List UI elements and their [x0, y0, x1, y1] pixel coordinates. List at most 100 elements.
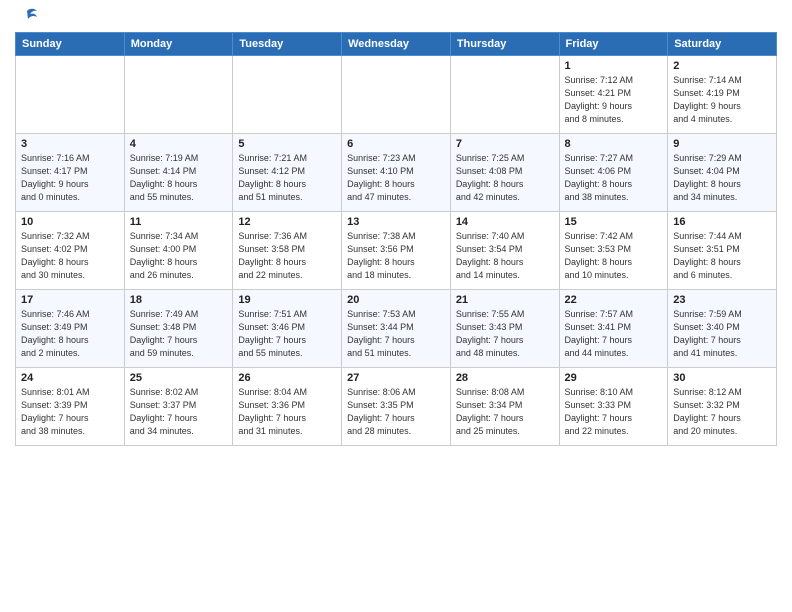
weekday-header-monday: Monday — [124, 33, 233, 56]
day-info-text: Sunrise: 8:12 AM Sunset: 3:32 PM Dayligh… — [673, 386, 771, 438]
day-number: 29 — [565, 372, 663, 384]
day-number: 4 — [130, 138, 228, 150]
calendar-day-cell: 21 Sunrise: 7:55 AM Sunset: 3:43 PM Dayli… — [450, 290, 559, 368]
calendar-empty-cell — [233, 56, 342, 134]
calendar-day-cell: 23 Sunrise: 7:59 AM Sunset: 3:40 PM Dayli… — [668, 290, 777, 368]
calendar-day-cell: 27 Sunrise: 8:06 AM Sunset: 3:35 PM Dayli… — [342, 368, 451, 446]
day-number: 11 — [130, 216, 228, 228]
calendar-day-cell: 14 Sunrise: 7:40 AM Sunset: 3:54 PM Dayli… — [450, 212, 559, 290]
calendar-day-cell: 12Sunrise: 7:36 AM Sunset: 3:58 PM Dayli… — [233, 212, 342, 290]
day-info-text: Sunrise: 7:12 AM Sunset: 4:21 PM Dayligh… — [565, 74, 663, 126]
calendar-day-cell: 28 Sunrise: 8:08 AM Sunset: 3:34 PM Dayli… — [450, 368, 559, 446]
calendar-day-cell: 22Sunrise: 7:57 AM Sunset: 3:41 PM Dayli… — [559, 290, 668, 368]
day-number: 17 — [21, 294, 119, 306]
day-info-text: Sunrise: 8:06 AM Sunset: 3:35 PM Dayligh… — [347, 386, 445, 438]
weekday-header-sunday: Sunday — [16, 33, 125, 56]
weekday-header-wednesday: Wednesday — [342, 33, 451, 56]
calendar-empty-cell — [16, 56, 125, 134]
day-info-text: Sunrise: 7:59 AM Sunset: 3:40 PM Dayligh… — [673, 308, 771, 360]
calendar-day-cell: 19Sunrise: 7:51 AM Sunset: 3:46 PM Dayli… — [233, 290, 342, 368]
calendar-day-cell: 25 Sunrise: 8:02 AM Sunset: 3:37 PM Dayli… — [124, 368, 233, 446]
day-info-text: Sunrise: 7:55 AM Sunset: 3:43 PM Dayligh… — [456, 308, 554, 360]
day-number: 24 — [21, 372, 119, 384]
day-number: 26 — [238, 372, 336, 384]
day-number: 20 — [347, 294, 445, 306]
day-info-text: Sunrise: 7:40 AM Sunset: 3:54 PM Dayligh… — [456, 230, 554, 282]
weekday-header-thursday: Thursday — [450, 33, 559, 56]
day-number: 2 — [673, 60, 771, 72]
day-number: 30 — [673, 372, 771, 384]
day-info-text: Sunrise: 7:29 AM Sunset: 4:04 PM Dayligh… — [673, 152, 771, 204]
calendar-empty-cell — [342, 56, 451, 134]
day-info-text: Sunrise: 7:21 AM Sunset: 4:12 PM Dayligh… — [238, 152, 336, 204]
calendar-day-cell: 24 Sunrise: 8:01 AM Sunset: 3:39 PM Dayli… — [16, 368, 125, 446]
day-number: 7 — [456, 138, 554, 150]
day-info-text: Sunrise: 8:02 AM Sunset: 3:37 PM Dayligh… — [130, 386, 228, 438]
calendar-day-cell: 8Sunrise: 7:27 AM Sunset: 4:06 PM Daylig… — [559, 134, 668, 212]
day-info-text: Sunrise: 8:08 AM Sunset: 3:34 PM Dayligh… — [456, 386, 554, 438]
calendar-day-cell: 20 Sunrise: 7:53 AM Sunset: 3:44 PM Dayli… — [342, 290, 451, 368]
page-header — [15, 10, 777, 24]
calendar-day-cell: 18 Sunrise: 7:49 AM Sunset: 3:48 PM Dayli… — [124, 290, 233, 368]
calendar-day-cell: 9 Sunrise: 7:29 AM Sunset: 4:04 PM Daylig… — [668, 134, 777, 212]
calendar-day-cell: 15 Sunrise: 7:42 AM Sunset: 3:53 PM Dayli… — [559, 212, 668, 290]
calendar-day-cell: 29Sunrise: 8:10 AM Sunset: 3:33 PM Dayli… — [559, 368, 668, 446]
day-info-text: Sunrise: 7:32 AM Sunset: 4:02 PM Dayligh… — [21, 230, 119, 282]
day-number: 10 — [21, 216, 119, 228]
day-info-text: Sunrise: 7:36 AM Sunset: 3:58 PM Dayligh… — [238, 230, 336, 282]
calendar-week-row: 3Sunrise: 7:16 AM Sunset: 4:17 PM Daylig… — [16, 134, 777, 212]
day-number: 15 — [565, 216, 663, 228]
calendar-week-row: 17Sunrise: 7:46 AM Sunset: 3:49 PM Dayli… — [16, 290, 777, 368]
calendar-day-cell: 1 Sunrise: 7:12 AM Sunset: 4:21 PM Daylig… — [559, 56, 668, 134]
day-info-text: Sunrise: 7:44 AM Sunset: 3:51 PM Dayligh… — [673, 230, 771, 282]
day-info-text: Sunrise: 8:01 AM Sunset: 3:39 PM Dayligh… — [21, 386, 119, 438]
day-info-text: Sunrise: 7:16 AM Sunset: 4:17 PM Dayligh… — [21, 152, 119, 204]
calendar-day-cell: 7 Sunrise: 7:25 AM Sunset: 4:08 PM Daylig… — [450, 134, 559, 212]
weekday-header-friday: Friday — [559, 33, 668, 56]
day-info-text: Sunrise: 7:34 AM Sunset: 4:00 PM Dayligh… — [130, 230, 228, 282]
day-info-text: Sunrise: 8:04 AM Sunset: 3:36 PM Dayligh… — [238, 386, 336, 438]
page-container: SundayMondayTuesdayWednesdayThursdayFrid… — [0, 0, 792, 456]
logo — [15, 10, 39, 24]
calendar-day-cell: 16 Sunrise: 7:44 AM Sunset: 3:51 PM Dayli… — [668, 212, 777, 290]
calendar-header-row: SundayMondayTuesdayWednesdayThursdayFrid… — [16, 33, 777, 56]
day-number: 1 — [565, 60, 663, 72]
day-number: 23 — [673, 294, 771, 306]
calendar-day-cell: 17Sunrise: 7:46 AM Sunset: 3:49 PM Dayli… — [16, 290, 125, 368]
day-number: 22 — [565, 294, 663, 306]
day-info-text: Sunrise: 7:19 AM Sunset: 4:14 PM Dayligh… — [130, 152, 228, 204]
day-number: 25 — [130, 372, 228, 384]
calendar-week-row: 24 Sunrise: 8:01 AM Sunset: 3:39 PM Dayli… — [16, 368, 777, 446]
day-info-text: Sunrise: 7:49 AM Sunset: 3:48 PM Dayligh… — [130, 308, 228, 360]
day-info-text: Sunrise: 7:42 AM Sunset: 3:53 PM Dayligh… — [565, 230, 663, 282]
day-info-text: Sunrise: 7:27 AM Sunset: 4:06 PM Dayligh… — [565, 152, 663, 204]
calendar-table: SundayMondayTuesdayWednesdayThursdayFrid… — [15, 32, 777, 446]
day-info-text: Sunrise: 7:14 AM Sunset: 4:19 PM Dayligh… — [673, 74, 771, 126]
day-number: 9 — [673, 138, 771, 150]
calendar-day-cell: 4 Sunrise: 7:19 AM Sunset: 4:14 PM Daylig… — [124, 134, 233, 212]
day-info-text: Sunrise: 7:23 AM Sunset: 4:10 PM Dayligh… — [347, 152, 445, 204]
calendar-empty-cell — [124, 56, 233, 134]
calendar-empty-cell — [450, 56, 559, 134]
day-number: 16 — [673, 216, 771, 228]
day-number: 28 — [456, 372, 554, 384]
calendar-week-row: 1 Sunrise: 7:12 AM Sunset: 4:21 PM Daylig… — [16, 56, 777, 134]
day-info-text: Sunrise: 7:25 AM Sunset: 4:08 PM Dayligh… — [456, 152, 554, 204]
day-info-text: Sunrise: 7:53 AM Sunset: 3:44 PM Dayligh… — [347, 308, 445, 360]
calendar-day-cell: 3Sunrise: 7:16 AM Sunset: 4:17 PM Daylig… — [16, 134, 125, 212]
calendar-week-row: 10 Sunrise: 7:32 AM Sunset: 4:02 PM Dayli… — [16, 212, 777, 290]
day-number: 21 — [456, 294, 554, 306]
day-number: 14 — [456, 216, 554, 228]
day-number: 27 — [347, 372, 445, 384]
day-info-text: Sunrise: 7:38 AM Sunset: 3:56 PM Dayligh… — [347, 230, 445, 282]
calendar-day-cell: 2 Sunrise: 7:14 AM Sunset: 4:19 PM Daylig… — [668, 56, 777, 134]
calendar-day-cell: 30 Sunrise: 8:12 AM Sunset: 3:32 PM Dayli… — [668, 368, 777, 446]
calendar-day-cell: 26 Sunrise: 8:04 AM Sunset: 3:36 PM Dayli… — [233, 368, 342, 446]
weekday-header-saturday: Saturday — [668, 33, 777, 56]
day-number: 5 — [238, 138, 336, 150]
calendar-day-cell: 10 Sunrise: 7:32 AM Sunset: 4:02 PM Dayli… — [16, 212, 125, 290]
day-number: 18 — [130, 294, 228, 306]
calendar-day-cell: 6 Sunrise: 7:23 AM Sunset: 4:10 PM Daylig… — [342, 134, 451, 212]
day-number: 6 — [347, 138, 445, 150]
weekday-header-tuesday: Tuesday — [233, 33, 342, 56]
